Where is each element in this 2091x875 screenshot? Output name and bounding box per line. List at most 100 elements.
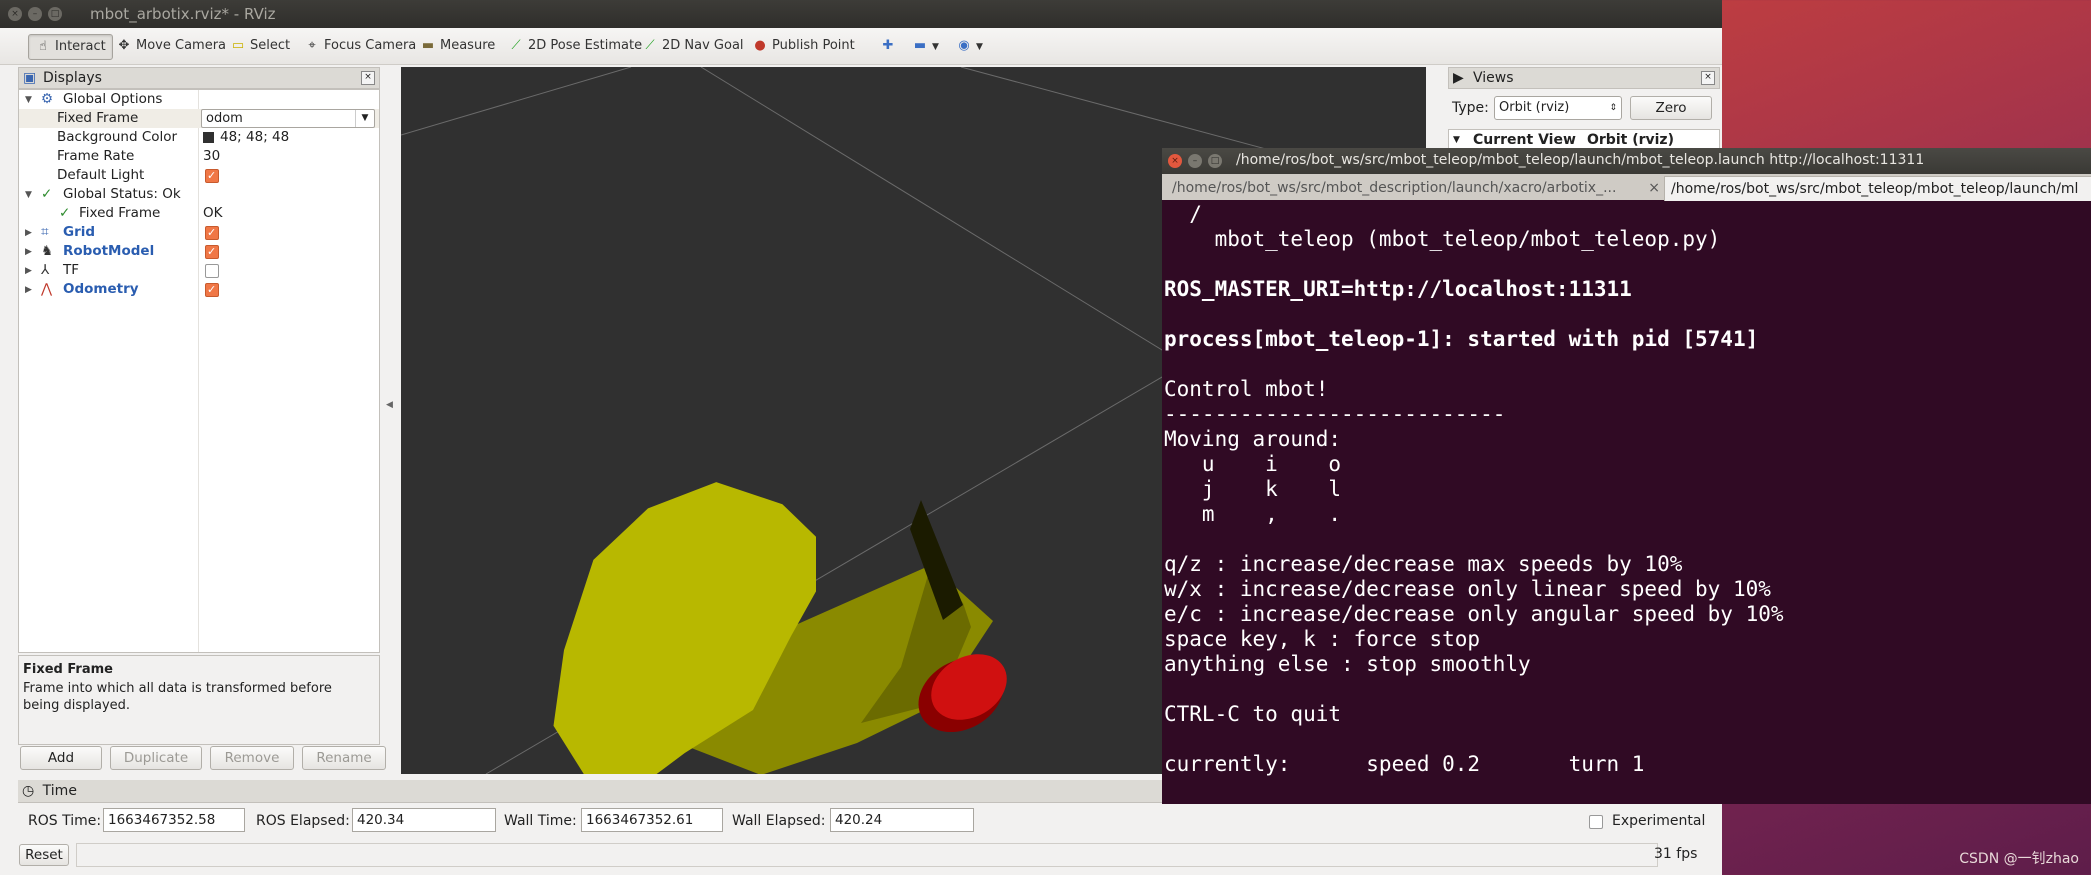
tree-row-default-light[interactable]: Default Light	[19, 166, 379, 185]
green-arrow-icon: ⟋	[511, 38, 521, 53]
color-swatch	[203, 131, 214, 143]
select-label: Select	[250, 38, 291, 53]
plus-icon: ✚	[882, 38, 894, 53]
tool-view-button[interactable]: ◉ ▼	[950, 34, 989, 58]
tree-row-robot-model[interactable]: ▶ ♞ RobotModel	[19, 242, 379, 261]
current-view-value: Orbit (rviz)	[1587, 132, 1674, 148]
expand-down-icon[interactable]: ▼	[25, 186, 32, 205]
frame-rate-value[interactable]: 30	[203, 147, 220, 166]
tree-row-grid[interactable]: ▶ ⌗ Grid	[19, 223, 379, 242]
close-icon[interactable]: ×	[1168, 154, 1182, 168]
tf-label: TF	[63, 262, 80, 278]
background-color-text: 48; 48; 48	[220, 129, 290, 145]
terminal-line: j k l	[1164, 477, 1342, 501]
select-tool[interactable]: ▭ Select	[224, 34, 296, 58]
terminal-line: Moving around:	[1164, 427, 1342, 451]
move-camera-tool[interactable]: ✥ Move Camera	[110, 34, 232, 58]
minimize-icon[interactable]: –	[28, 7, 42, 21]
chevron-down-icon: ▼	[932, 42, 939, 52]
terminal-tab-2[interactable]: /home/ros/bot_ws/src/mbot_teleop/mbot_te…	[1664, 176, 2091, 201]
wall-elapsed-field[interactable]: 420.24	[830, 808, 974, 832]
terminal-line: currently: speed 0.2 turn 1	[1164, 752, 1645, 776]
close-icon[interactable]: ×	[1648, 176, 1660, 200]
grid-checkbox[interactable]	[205, 223, 219, 242]
expand-right-icon[interactable]: ▶	[25, 281, 32, 300]
ros-elapsed-field[interactable]: 420.34	[352, 808, 496, 832]
fps-label: 31 fps	[1654, 846, 1698, 862]
terminal-tab-1[interactable]: /home/ros/bot_ws/src/mbot_description/la…	[1166, 176, 1668, 200]
toolbar: ☝ Interact ✥ Move Camera ▭ Select ⌖ Focus Ca…	[0, 28, 1722, 65]
terminal-window: × – □ /home/ros/bot_ws/src/mbot_teleop/m…	[1162, 148, 2091, 804]
interact-tool[interactable]: ☝ Interact	[28, 34, 113, 60]
terminal-line: /	[1164, 202, 1202, 226]
displays-tree: ▼ ⚙ Global Options Fixed Frame odom ▼ Ba…	[18, 89, 380, 653]
tree-row-background-color[interactable]: Background Color 48; 48; 48	[19, 128, 379, 147]
tree-row-global-options[interactable]: ▼ ⚙ Global Options	[19, 90, 379, 109]
close-icon[interactable]: ×	[1701, 71, 1715, 85]
terminal-line: CTRL-C to quit	[1164, 702, 1342, 726]
robot-model-checkbox[interactable]	[205, 242, 219, 261]
terminal-output[interactable]: / mbot_teleop (mbot_teleop/mbot_teleop.p…	[1164, 202, 2089, 802]
focus-camera-tool[interactable]: ⌖ Focus Camera	[298, 34, 422, 58]
green-arrow-icon: ⟋	[645, 38, 655, 53]
default-light-label: Default Light	[57, 167, 145, 183]
expand-right-icon[interactable]: ▶	[25, 262, 32, 281]
tf-checkbox[interactable]	[205, 264, 219, 278]
terminal-line: ---------------------------	[1164, 402, 1506, 426]
add-button[interactable]: Add	[20, 746, 102, 770]
terminal-tab-1-label: /home/ros/bot_ws/src/mbot_description/la…	[1172, 180, 1617, 196]
chevron-down-icon[interactable]: ▼	[355, 110, 374, 127]
tree-row-status-fixed-frame[interactable]: ✓ Fixed Frame OK	[19, 204, 379, 223]
terminal-title: /home/ros/bot_ws/src/mbot_teleop/mbot_te…	[1236, 152, 1925, 168]
terminal-line: Control mbot!	[1164, 377, 1329, 401]
property-description: Fixed Frame Frame into which all data is…	[18, 655, 380, 745]
duplicate-button[interactable]: Duplicate	[110, 746, 202, 770]
terminal-line: q/z : increase/decrease max speeds by 10…	[1164, 552, 1683, 576]
tree-row-frame-rate[interactable]: Frame Rate 30	[19, 147, 379, 166]
maximize-icon[interactable]: □	[48, 7, 62, 21]
nav-goal-tool[interactable]: ⟋ 2D Nav Goal	[636, 34, 750, 58]
splitter-handle[interactable]: ◀	[386, 400, 393, 410]
terminal-line: space key, k : force stop	[1164, 627, 1481, 651]
fixed-frame-combo[interactable]: odom ▼	[201, 109, 375, 128]
tree-row-fixed-frame[interactable]: Fixed Frame odom ▼	[19, 109, 379, 128]
measure-tool[interactable]: ▬ Measure	[414, 34, 501, 58]
wall-time-field[interactable]: 1663467352.61	[581, 808, 723, 832]
terminal-line: ROS_MASTER_URI=http://localhost:11311	[1164, 277, 1632, 301]
robot-model	[553, 482, 1007, 774]
tree-row-odometry[interactable]: ▶ ⋀ Odometry	[19, 280, 379, 299]
rename-button[interactable]: Rename	[302, 746, 386, 770]
tree-row-global-status[interactable]: ▼ ✓ Global Status: Ok	[19, 185, 379, 204]
experimental-checkbox[interactable]	[1589, 815, 1603, 829]
odometry-checkbox[interactable]	[205, 280, 219, 299]
pose-estimate-tool[interactable]: ⟋ 2D Pose Estimate	[502, 34, 648, 58]
zero-button[interactable]: Zero	[1630, 96, 1712, 120]
ros-time-field[interactable]: 1663467352.58	[103, 808, 245, 832]
expand-right-icon[interactable]: ▶	[25, 243, 32, 262]
default-light-checkbox[interactable]	[205, 166, 219, 185]
tree-row-tf[interactable]: ▶ ⅄ TF	[19, 261, 379, 280]
terminal-line: anything else : stop smoothly	[1164, 652, 1531, 676]
maximize-icon[interactable]: □	[1208, 154, 1222, 168]
add-tool-button[interactable]: ✚	[874, 34, 906, 58]
expand-down-icon[interactable]: ▼	[1453, 130, 1460, 150]
reset-button[interactable]: Reset	[19, 844, 69, 866]
view-type-combo[interactable]: Orbit (rviz) ⇕	[1494, 96, 1622, 120]
global-options-label: Global Options	[63, 91, 163, 107]
pose-estimate-label: 2D Pose Estimate	[528, 38, 643, 53]
background-color-value[interactable]: 48; 48; 48	[203, 128, 289, 147]
publish-point-tool[interactable]: ● Publish Point	[746, 34, 861, 58]
view-type-value: Orbit (rviz)	[1499, 100, 1570, 115]
global-status-label: Global Status: Ok	[63, 186, 181, 202]
remove-tool-button[interactable]: ▬ ▼	[906, 34, 945, 58]
wall-time-label: Wall Time:	[504, 813, 577, 829]
minimize-icon[interactable]: –	[1188, 154, 1202, 168]
expand-down-icon[interactable]: ▼	[25, 91, 32, 110]
expand-right-icon[interactable]: ▶	[25, 224, 32, 243]
close-icon[interactable]: ×	[361, 71, 375, 85]
remove-button[interactable]: Remove	[210, 746, 294, 770]
grid-label: Grid	[63, 224, 96, 240]
close-icon[interactable]: ×	[8, 7, 22, 21]
